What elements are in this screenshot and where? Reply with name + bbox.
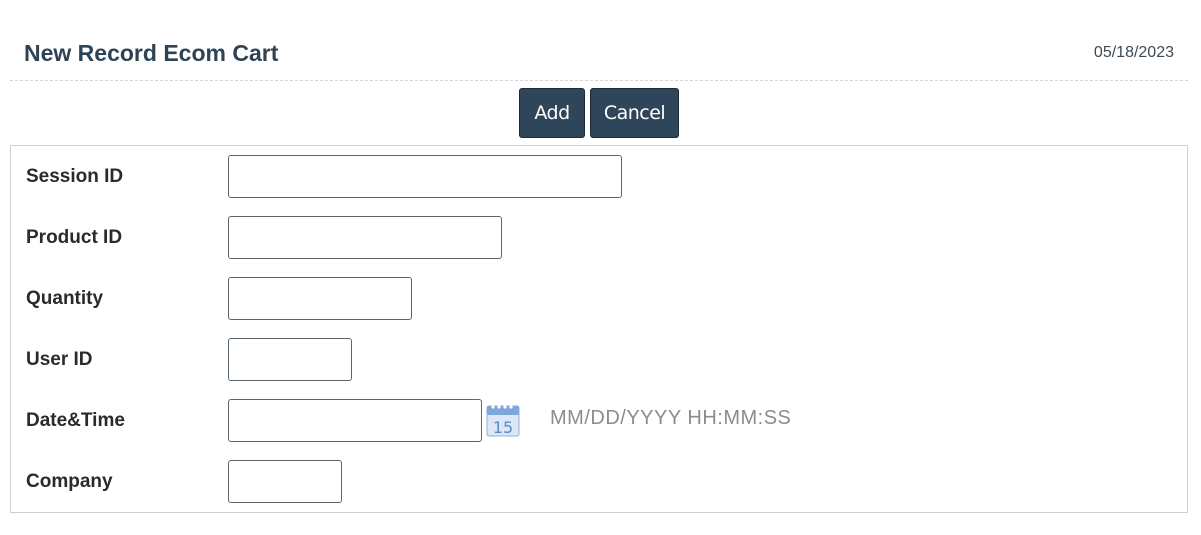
current-date: 05/18/2023 [1093,44,1174,61]
toolbar: Add Cancel [519,88,679,138]
date-format-hint: MM/DD/YYYY HH:MM:SS [550,407,792,429]
calendar-day-label: 15 [493,418,513,437]
session-id-label: Session ID [26,166,124,187]
product-id-input[interactable] [228,216,502,259]
date-time-label: Date&Time [26,410,125,431]
form-row-company: Company [11,460,1187,504]
form-row-session-id: Session ID [11,155,1187,199]
add-button[interactable]: Add [519,88,585,138]
company-input[interactable] [228,460,342,503]
form-row-product-id: Product ID [11,216,1187,260]
product-id-label: Product ID [26,227,123,248]
quantity-input[interactable] [228,277,412,320]
user-id-label: User ID [26,349,93,370]
form-row-user-id: User ID [11,338,1187,382]
date-time-input[interactable] [228,399,482,442]
page-header: New Record Ecom Cart 05/18/2023 [10,28,1188,81]
record-form: Session ID Product ID Quantity User ID D… [10,145,1188,513]
cancel-button[interactable]: Cancel [590,88,679,138]
page-title: New Record Ecom Cart [24,40,279,66]
session-id-input[interactable] [228,155,622,198]
calendar-icon[interactable]: 15 [486,403,520,437]
form-row-quantity: Quantity [11,277,1187,321]
quantity-label: Quantity [26,288,104,309]
user-id-input[interactable] [228,338,352,381]
form-row-date-time: Date&Time 15 MM/DD/YYYY HH:MM:SS [11,399,1187,443]
company-label: Company [26,471,113,492]
